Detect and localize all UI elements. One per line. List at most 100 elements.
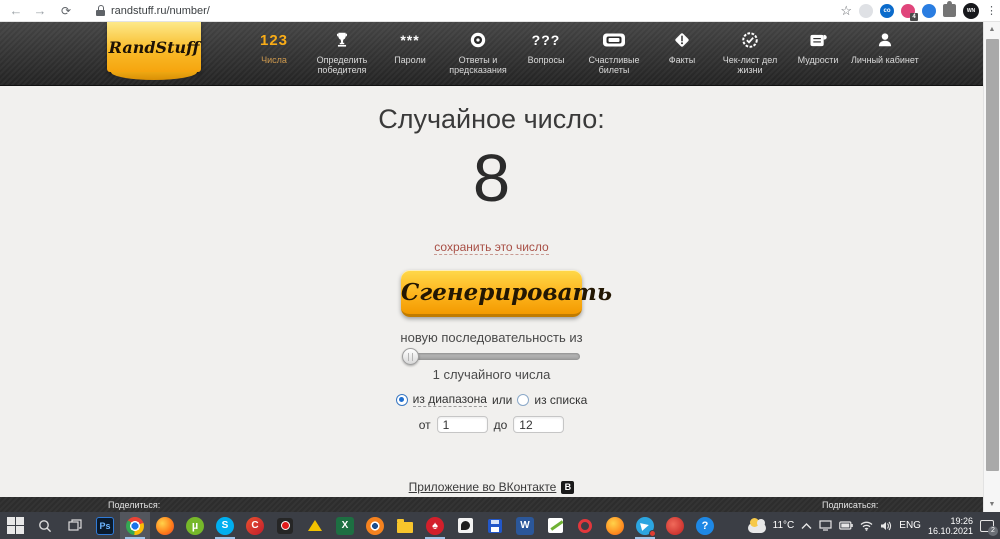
nav-item-facts[interactable]: Факты	[660, 28, 704, 75]
temperature-label[interactable]: 11°C	[773, 520, 795, 531]
generate-button[interactable]: Сгенерировать	[401, 270, 612, 317]
scroll-up-icon[interactable]: ▲	[984, 22, 1000, 37]
save-number-link[interactable]: сохранить это число	[434, 240, 549, 255]
refresh-icon[interactable]: ⟳	[58, 4, 74, 18]
nav-item-lucky-tickets[interactable]: Счастливые билеты	[579, 28, 649, 75]
nav-item-numbers[interactable]: 123 Числа	[252, 28, 296, 75]
volume-icon[interactable]	[880, 521, 892, 531]
taskbar-opera[interactable]	[570, 512, 600, 539]
sequence-label: новую последовательность из	[400, 330, 583, 345]
display-tray-icon[interactable]	[819, 520, 832, 531]
taskbar-excel[interactable]: X	[330, 512, 360, 539]
range-radio-label[interactable]: из диапазона	[412, 392, 487, 407]
to-input[interactable]	[513, 416, 565, 433]
warning-triangle-icon	[308, 520, 322, 531]
action-center-icon[interactable]: 2	[980, 519, 998, 536]
taskbar-firefox-2[interactable]	[600, 512, 630, 539]
taskbar-chrome[interactable]	[120, 512, 150, 539]
range-radio[interactable]	[395, 393, 408, 406]
list-radio[interactable]	[517, 393, 530, 406]
extension-blue-icon[interactable]	[922, 3, 936, 18]
extensions-puzzle-icon[interactable]	[943, 1, 956, 17]
taskbar-recorder[interactable]	[270, 512, 300, 539]
tray-expand-icon[interactable]	[801, 522, 812, 530]
taskbar-file-explorer[interactable]	[390, 512, 420, 539]
notepad-icon	[547, 518, 563, 533]
question-marks-icon: ???	[531, 32, 561, 48]
task-view-button[interactable]	[60, 512, 90, 539]
nav-item-account[interactable]: Личный кабинет	[851, 28, 919, 75]
taskbar-utorrent[interactable]: µ	[180, 512, 210, 539]
battery-icon[interactable]	[839, 521, 854, 530]
browser-menu-icon[interactable]: ⋮	[986, 5, 997, 16]
nav-item-questions[interactable]: ??? Вопросы	[524, 28, 568, 75]
windows-taskbar: Ps µ S C X ♠ W ? 11°C ENG 19:26 16.10.20…	[0, 512, 1000, 539]
language-indicator[interactable]: ENG	[899, 520, 921, 531]
taskbar-game[interactable]	[450, 512, 480, 539]
slider-knob[interactable]	[401, 348, 419, 365]
site-navigation: RandStuff 123 Числа Определить победител…	[0, 22, 983, 86]
search-icon	[39, 519, 52, 532]
vk-app-link[interactable]: Приложение во ВКонтакте	[409, 480, 557, 494]
bookmark-star-icon[interactable]: ☆	[840, 3, 852, 19]
taskbar-firefox[interactable]	[150, 512, 180, 539]
person-icon	[876, 28, 894, 52]
nav-item-answers[interactable]: Ответы и предсказания	[443, 28, 513, 75]
telegram-badge	[649, 529, 656, 537]
taskbar-skype[interactable]: S	[210, 512, 240, 539]
notification-badge: 2	[988, 525, 998, 536]
start-button[interactable]	[0, 512, 30, 539]
taskbar-photoshop[interactable]: Ps	[90, 512, 120, 539]
adblock-extension-icon[interactable]: 4	[901, 3, 918, 21]
weather-icon[interactable]	[747, 517, 766, 533]
count-slider[interactable]	[401, 348, 580, 365]
nav-item-passwords[interactable]: *** Пароли	[388, 28, 432, 75]
randstuff-logo[interactable]: RandStuff	[107, 22, 201, 80]
subscribe-label: Подписаться:	[822, 500, 879, 510]
taskbar-help-app[interactable]: ?	[690, 512, 720, 539]
count-label: 1 случайного числа	[432, 367, 551, 382]
vk-icon[interactable]: В	[561, 480, 575, 494]
asterisks-icon: ***	[400, 32, 420, 48]
nav-item-winner[interactable]: Определить победителя	[307, 28, 377, 75]
forward-icon[interactable]: →	[32, 3, 48, 19]
taskbar-pokerstars[interactable]: ♠	[420, 512, 450, 539]
fact-diamond-icon	[673, 28, 691, 52]
taskbar-notepad[interactable]	[540, 512, 570, 539]
extension-icon[interactable]	[859, 3, 873, 18]
taskbar-warning-app[interactable]	[300, 512, 330, 539]
extension-wn-icon[interactable]: WN	[963, 2, 979, 19]
taskbar-clock[interactable]: 19:26 16.10.2021	[928, 516, 973, 536]
windows-icon	[6, 517, 24, 534]
nav-item-wisdom[interactable]: Мудрости	[796, 28, 840, 75]
extension-co-icon[interactable]: co	[880, 3, 894, 18]
back-icon[interactable]: ←	[8, 3, 24, 19]
address-bar[interactable]: randstuff.ru/number/	[111, 5, 210, 17]
nav-item-checklist[interactable]: Чек-лист дел жизни	[715, 28, 785, 75]
page-scrollbar[interactable]: ▲ ▼	[983, 22, 1000, 512]
scroll-down-icon[interactable]: ▼	[984, 497, 1000, 512]
taskbar-photo-viewer[interactable]	[360, 512, 390, 539]
123-icon: 123	[259, 31, 289, 49]
lock-icon[interactable]	[96, 5, 105, 16]
browser-toolbar: ← → ⟳ randstuff.ru/number/ ☆ co 4 WN ⋮	[0, 0, 1000, 22]
opera-icon	[578, 518, 592, 533]
random-number-value: 8	[472, 141, 511, 216]
ccleaner-icon: C	[246, 516, 264, 535]
taskbar-ccleaner[interactable]: C	[240, 512, 270, 539]
taskbar-red-app[interactable]	[660, 512, 690, 539]
clock-time: 19:26	[950, 515, 973, 526]
excel-icon: X	[336, 516, 354, 535]
list-radio-label[interactable]: из списка	[534, 393, 587, 407]
scrollbar-thumb[interactable]	[986, 39, 999, 471]
taskbar-word[interactable]: W	[510, 512, 540, 539]
taskbar-floppy-app[interactable]	[480, 512, 510, 539]
taskbar-telegram[interactable]	[630, 512, 660, 539]
folder-icon	[397, 518, 413, 533]
chrome-icon	[126, 516, 144, 535]
from-input[interactable]	[436, 416, 488, 433]
wifi-icon[interactable]	[860, 521, 873, 531]
telegram-icon	[636, 516, 656, 537]
taskbar-search-button[interactable]	[30, 512, 60, 539]
skype-icon: S	[216, 516, 234, 535]
